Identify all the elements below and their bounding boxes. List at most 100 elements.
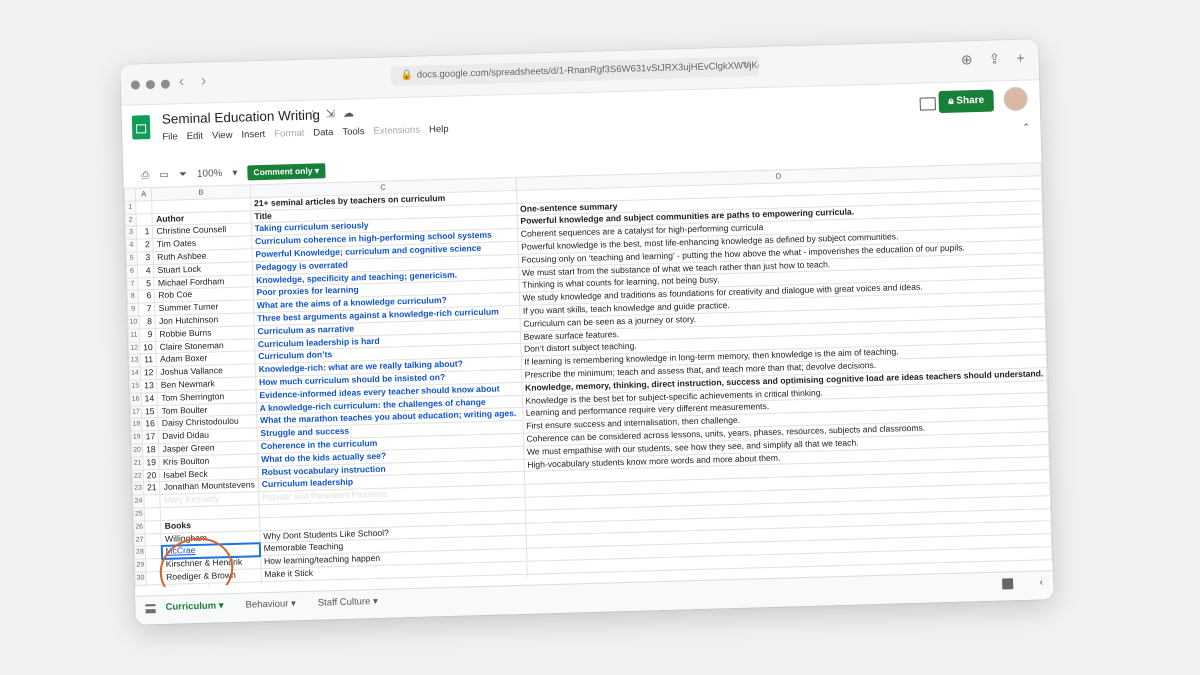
share-icon[interactable]: ⇪: [988, 50, 1000, 67]
cell-a[interactable]: [144, 532, 162, 547]
row-number[interactable]: 27: [133, 533, 146, 547]
row-number[interactable]: 24: [132, 495, 145, 509]
row-number[interactable]: 17: [130, 405, 142, 419]
cell-a[interactable]: 19: [142, 456, 160, 470]
select-all-corner[interactable]: [124, 188, 136, 202]
cell-a[interactable]: 15: [141, 405, 159, 419]
menu-file[interactable]: File: [162, 131, 178, 142]
close-window-button[interactable]: [130, 80, 141, 90]
cell-a[interactable]: 12: [140, 366, 158, 380]
all-sheets-icon[interactable]: [145, 604, 156, 614]
move-icon[interactable]: ⇲: [325, 107, 336, 120]
menu-tools[interactable]: Tools: [342, 126, 364, 138]
row-number[interactable]: 26: [133, 520, 145, 534]
download-icon[interactable]: ⊕: [961, 51, 973, 68]
menu-help[interactable]: Help: [429, 124, 449, 136]
minimize-window-button[interactable]: [145, 79, 156, 90]
menu-extensions[interactable]: Extensions: [373, 125, 420, 137]
new-tab-icon[interactable]: +: [1016, 50, 1025, 67]
row-number[interactable]: 8: [127, 290, 139, 304]
cell-a[interactable]: 10: [139, 341, 157, 355]
row-number[interactable]: 23: [132, 482, 144, 496]
zoom-select[interactable]: 100%: [197, 168, 223, 180]
cell-a[interactable]: 6: [138, 289, 155, 304]
row-number[interactable]: 5: [126, 252, 138, 266]
comment-icon[interactable]: ▭: [159, 170, 169, 181]
cell-a[interactable]: [144, 507, 162, 521]
cell-a[interactable]: 3: [136, 251, 154, 265]
cell-a[interactable]: 17: [141, 430, 159, 444]
cell-a[interactable]: 20: [143, 469, 160, 483]
row-number[interactable]: 12: [128, 341, 140, 355]
tab-staff-culture[interactable]: Staff Culture ▾: [318, 596, 378, 609]
row-number[interactable]: 3: [125, 226, 137, 240]
row-number[interactable]: 22: [132, 469, 144, 483]
cell-a[interactable]: [143, 494, 161, 508]
cloud-status-icon[interactable]: ☁: [343, 106, 354, 119]
cell-a[interactable]: 5: [137, 277, 155, 291]
cell-a[interactable]: 13: [140, 379, 158, 393]
row-number[interactable]: 30: [135, 571, 147, 585]
row-number[interactable]: 31: [135, 584, 147, 588]
cell-a[interactable]: 8: [138, 315, 156, 329]
tab-behaviour[interactable]: Behaviour ▾: [245, 598, 295, 610]
row-number[interactable]: 14: [129, 367, 141, 381]
row-number[interactable]: 6: [126, 264, 138, 278]
row-number[interactable]: 16: [130, 392, 142, 406]
spreadsheet-grid[interactable]: A B C D 1 21+ seminal articles by teacher…: [124, 162, 1053, 588]
zoom-window-button[interactable]: [160, 79, 171, 89]
back-button[interactable]: ‹: [179, 73, 185, 91]
star-icon[interactable]: ☆: [308, 107, 318, 120]
menu-edit[interactable]: Edit: [187, 131, 204, 142]
share-button[interactable]: 🔒︎ Share: [938, 89, 995, 114]
explore-icon[interactable]: [1002, 578, 1014, 590]
cell-a[interactable]: 1: [136, 225, 154, 240]
row-number[interactable]: 25: [133, 507, 145, 521]
cell-a[interactable]: 14: [140, 392, 158, 406]
row-number[interactable]: 28: [134, 546, 146, 560]
mode-button[interactable]: Comment only ▾: [247, 163, 326, 181]
avatar[interactable]: [1003, 86, 1028, 112]
row-number[interactable]: 4: [125, 239, 137, 253]
cell-a[interactable]: 21: [143, 481, 161, 496]
row-number[interactable]: 13: [128, 354, 141, 368]
row-number[interactable]: 20: [131, 443, 143, 457]
row-number[interactable]: 2: [125, 213, 137, 227]
col-header-a[interactable]: A: [135, 187, 153, 201]
cell-a[interactable]: [145, 545, 163, 560]
cell-a[interactable]: [135, 213, 153, 227]
cell-a[interactable]: [135, 200, 153, 214]
menu-view[interactable]: View: [212, 130, 233, 142]
row-number[interactable]: 21: [131, 456, 144, 470]
row-number[interactable]: 29: [134, 559, 146, 573]
row-number[interactable]: 10: [127, 315, 140, 330]
cell-a[interactable]: 2: [136, 238, 154, 253]
cell-a[interactable]: 4: [137, 264, 155, 278]
row-number[interactable]: 19: [131, 431, 143, 445]
chevron-down-icon[interactable]: ▾: [232, 168, 237, 179]
menu-insert[interactable]: Insert: [241, 129, 265, 141]
print-icon[interactable]: ⎙: [141, 170, 149, 181]
comments-icon[interactable]: [919, 97, 936, 111]
row-number[interactable]: 11: [128, 328, 140, 342]
cell-a[interactable]: 18: [142, 443, 160, 457]
menu-data[interactable]: Data: [313, 127, 333, 139]
forward-button[interactable]: ›: [201, 73, 207, 91]
cell-a[interactable]: 11: [139, 353, 157, 368]
cell-a[interactable]: [146, 584, 164, 588]
collapse-menu-icon[interactable]: ⌃: [1022, 123, 1031, 134]
row-number[interactable]: 7: [126, 277, 139, 291]
cell-a[interactable]: 9: [139, 328, 157, 342]
row-number[interactable]: 15: [129, 379, 141, 394]
address-bar[interactable]: 🔒 docs.google.com/spreadsheets/d/1-RnanR…: [390, 56, 759, 87]
row-number[interactable]: 1: [124, 200, 136, 214]
reload-icon[interactable]: ↻: [742, 56, 751, 76]
cell-a[interactable]: 7: [138, 302, 156, 316]
collapse-side-panel-icon[interactable]: ‹: [1039, 576, 1043, 588]
cell-a[interactable]: 16: [141, 417, 159, 432]
cell-a[interactable]: [144, 520, 162, 534]
tab-curriculum[interactable]: Curriculum ▾: [165, 600, 223, 613]
row-number[interactable]: 18: [130, 418, 142, 432]
sheets-logo-icon[interactable]: [131, 115, 151, 140]
menu-format[interactable]: Format: [274, 128, 304, 140]
